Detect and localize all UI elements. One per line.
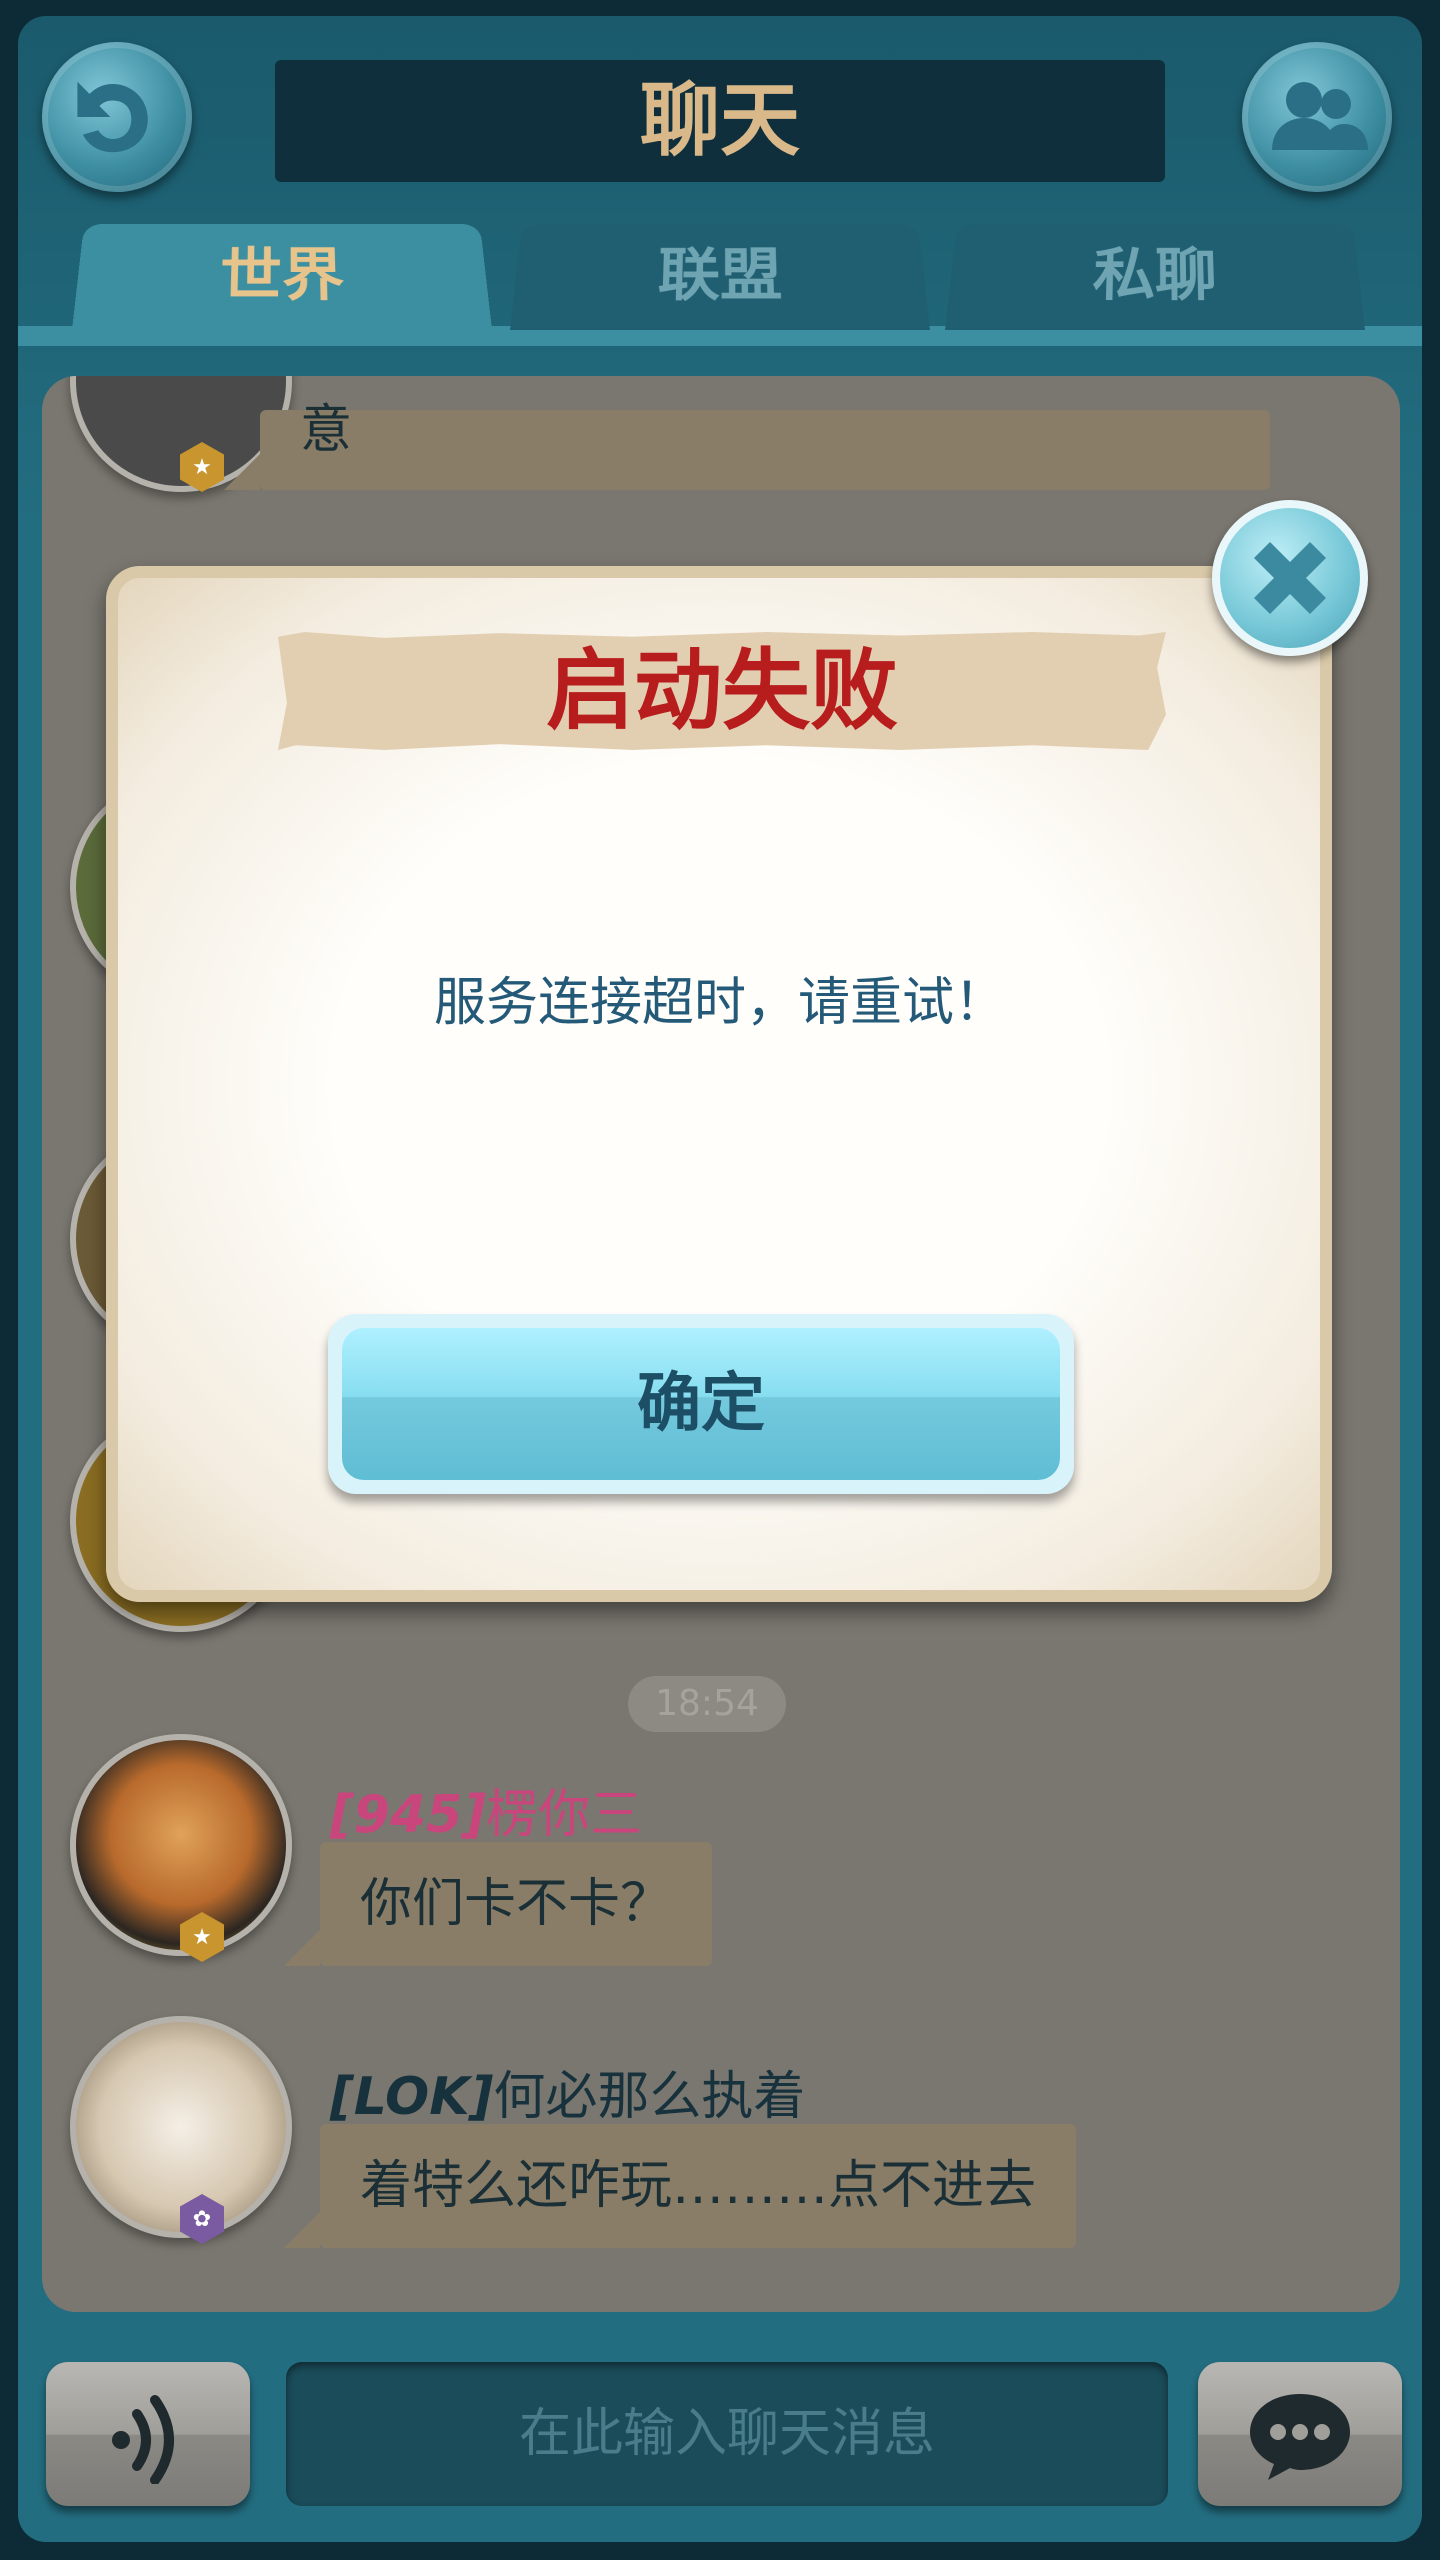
message-text: 意 <box>300 400 353 460</box>
timestamp: 18:54 <box>628 1676 786 1732</box>
alliance-tag: [945] <box>330 1785 487 1845</box>
friends-button[interactable] <box>1242 42 1392 192</box>
confirm-button[interactable]: 确定 <box>328 1314 1074 1494</box>
message-bubble: 意 <box>224 404 1270 490</box>
message-bubble: 你们卡不卡？ <box>283 1842 713 1966</box>
tab-world[interactable]: 世界 <box>72 224 492 330</box>
player-name: 楞你三 <box>486 1785 643 1845</box>
confirm-button-label: 确定 <box>342 1328 1060 1480</box>
message-text: 你们卡不卡？ <box>360 1874 673 1934</box>
player-name: 何必那么执着 <box>493 2067 806 2127</box>
page-title: 聊天 <box>640 74 800 167</box>
back-arrow-icon <box>77 81 148 153</box>
avatar[interactable] <box>70 2016 292 2238</box>
friends-icon <box>1272 82 1368 150</box>
alliance-tag: [LOK] <box>330 2067 494 2127</box>
dialog-title: 启动失败 <box>545 639 898 742</box>
chat-bubble-icon <box>1250 2394 1350 2480</box>
voice-icon <box>112 2395 174 2484</box>
sender-name: [LOK]何必那么执着 <box>330 2054 805 2129</box>
voice-button[interactable] <box>46 2362 250 2506</box>
message-bubble: 着特么还咋玩………点不进去 <box>283 2124 1077 2248</box>
close-button[interactable] <box>1212 500 1368 656</box>
dialog-message: 服务连接超时，请重试！ <box>433 973 1006 1033</box>
avatar[interactable] <box>70 1734 292 1956</box>
tab-alliance[interactable]: 联盟 <box>510 224 930 330</box>
send-button[interactable] <box>1198 2362 1402 2506</box>
chat-message-input[interactable]: 在此输入聊天消息 <box>286 2362 1168 2506</box>
back-button[interactable] <box>42 42 192 192</box>
sender-name: [945]楞你三 <box>330 1772 642 1847</box>
message-text: 着特么还咋玩………点不进去 <box>360 2156 1037 2216</box>
close-icon <box>1254 542 1326 614</box>
tab-private[interactable]: 私聊 <box>945 224 1365 330</box>
